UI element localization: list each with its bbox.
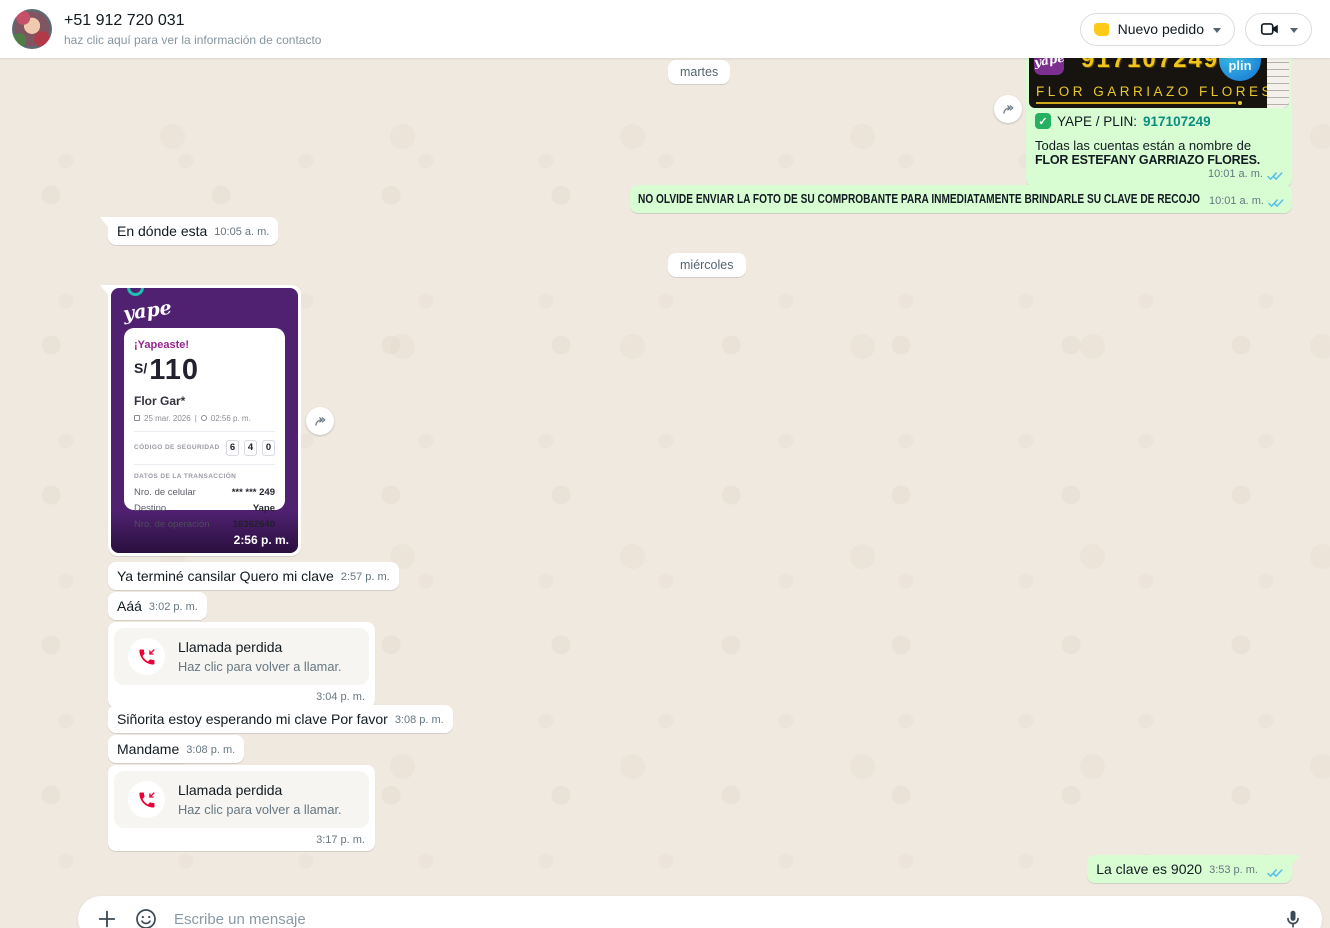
transaction-data-label: DATOS DE LA TRANSACCIÓN <box>134 473 275 480</box>
yape-logo: yape <box>1034 58 1064 75</box>
caption-label: YAPE / PLIN: <box>1057 114 1137 129</box>
message-time: 3:53 p. m. <box>1209 865 1258 877</box>
forward-message-button[interactable] <box>994 95 1022 123</box>
emoji-icon[interactable] <box>134 907 158 928</box>
security-code-digits: 6 4 0 <box>226 440 275 456</box>
forward-message-button[interactable] <box>306 407 334 435</box>
message-time: 3:02 p. m. <box>149 602 198 614</box>
video-camera-icon <box>1259 18 1281 40</box>
message-text: Ya terminé cansilar Quero mi clave <box>117 568 334 584</box>
order-tag-icon <box>1094 23 1109 36</box>
receipt-card: ¡Yapeaste! S/ 110 Flor Gar* 25 mar. 2026… <box>124 328 285 510</box>
message-time: 2:57 p. m. <box>341 572 390 584</box>
amount-value: 110 <box>149 357 199 385</box>
date-chip-wednesday: miércoles <box>668 253 746 277</box>
contact-info[interactable]: +51 912 720 031 haz clic aquí para ver l… <box>64 12 321 47</box>
incoming-message: Ya terminé cansilar Quero mi clave 2:57 … <box>108 562 399 590</box>
forward-arrow-icon <box>312 413 329 430</box>
message-time: 10:05 a. m. <box>214 227 269 239</box>
receipt-date-row: 25 mar. 2026 | 02:56 p. m. <box>134 414 275 423</box>
missed-call-box[interactable]: Llamada perdida Haz clic para volver a l… <box>114 771 369 828</box>
missed-call-subtitle: Haz clic para volver a llamar. <box>178 659 342 674</box>
new-order-button[interactable]: Nuevo pedido <box>1080 13 1235 46</box>
chat-header: +51 912 720 031 haz clic aquí para ver l… <box>0 0 1330 58</box>
receipt-payee: Flor Gar* <box>134 394 275 408</box>
security-code-row: CÓDIGO DE SEGURIDAD 6 4 0 <box>134 440 275 456</box>
header-actions: Nuevo pedido <box>1080 13 1312 46</box>
banner-underline <box>1036 102 1236 104</box>
message-composer <box>78 896 1322 928</box>
banner-product-list <box>1267 58 1289 108</box>
clock-icon <box>201 415 207 421</box>
message-time: 2:56 p. m. <box>234 533 289 547</box>
yape-swoosh-icon <box>127 288 144 296</box>
message-time: 3:08 p. m. <box>395 715 444 727</box>
missed-call-title: Llamada perdida <box>178 639 342 655</box>
outgoing-banner-message[interactable]: yape 917107249 plin FLOR GARRIAZO FLORES… <box>1026 58 1292 187</box>
incoming-message: Mandame 3:08 p. m. <box>108 735 244 763</box>
caption-phone-link[interactable]: 917107249 <box>1143 114 1211 129</box>
message-text: Aáá <box>117 598 142 614</box>
yape-brand-logo: yape <box>122 297 173 326</box>
banner-caption: ✓ YAPE / PLIN: 917107249 Todas las cuent… <box>1029 113 1289 181</box>
banner-holder-name: FLOR GARRIAZO FLORES <box>1036 84 1274 99</box>
microphone-icon[interactable] <box>1282 908 1304 928</box>
receipt-amount: S/ 110 <box>134 357 275 385</box>
outgoing-message: La clave es 9020 3:53 p. m. <box>1087 855 1292 883</box>
security-code-label: CÓDIGO DE SEGURIDAD <box>134 444 220 451</box>
read-receipt-icon <box>1267 868 1283 878</box>
yape-receipt-image[interactable]: yape ¡Yapeaste! S/ 110 Flor Gar* 25 mar.… <box>111 288 298 553</box>
message-time: 3:04 p. m. <box>114 685 369 705</box>
banner-underline-dot <box>1238 101 1242 105</box>
message-time: 3:08 p. m. <box>186 745 235 757</box>
message-text: Siñorita estoy esperando mi clave Por fa… <box>117 711 388 727</box>
separator: | <box>195 414 197 423</box>
missed-call-icon <box>128 638 165 675</box>
date-chip-tuesday: martes <box>668 60 730 84</box>
message-time: 3:17 p. m. <box>114 828 369 848</box>
new-order-label: Nuevo pedido <box>1118 21 1204 37</box>
calendar-icon <box>134 415 140 421</box>
chevron-down-icon <box>1213 28 1221 33</box>
missed-call-box[interactable]: Llamada perdida Haz clic para volver a l… <box>114 628 369 685</box>
banner-phone-number: 917107249 <box>1081 58 1219 74</box>
message-input[interactable] <box>174 911 1266 928</box>
contact-phone-title: +51 912 720 031 <box>64 12 321 30</box>
forward-arrow-icon <box>1000 101 1017 118</box>
currency-symbol: S/ <box>134 360 147 376</box>
plin-logo: plin <box>1219 58 1261 81</box>
caption-line2: Todas las cuentas están a nombre de <box>1035 138 1283 153</box>
chevron-down-icon <box>1290 28 1298 33</box>
message-text: En dónde esta <box>117 223 207 239</box>
missed-call-subtitle: Haz clic para volver a llamar. <box>178 802 342 817</box>
receipt-title: ¡Yapeaste! <box>134 339 275 351</box>
attach-plus-icon[interactable] <box>96 908 118 928</box>
receipt-pay-time: 02:56 p. m. <box>211 414 251 423</box>
message-text: Mandame <box>117 741 179 757</box>
missed-call-message[interactable]: Llamada perdida Haz clic para volver a l… <box>108 622 375 708</box>
whatsapp-chat-screen: +51 912 720 031 haz clic aquí para ver l… <box>0 0 1330 928</box>
incoming-message: Aáá 3:02 p. m. <box>108 592 207 620</box>
contact-avatar[interactable] <box>12 9 52 49</box>
incoming-receipt-image-message[interactable]: yape ¡Yapeaste! S/ 110 Flor Gar* 25 mar.… <box>108 285 301 556</box>
yape-plin-banner-image[interactable]: yape 917107249 plin FLOR GARRIAZO FLORES <box>1029 58 1289 108</box>
missed-call-icon <box>128 781 165 818</box>
message-time: 10:01 a. m. <box>1208 169 1263 181</box>
incoming-message: En dónde esta 10:05 a. m. <box>108 217 278 245</box>
incoming-message: Siñorita estoy esperando mi clave Por fa… <box>108 705 453 733</box>
missed-call-message[interactable]: Llamada perdida Haz clic para volver a l… <box>108 765 375 851</box>
caption-line3: FLOR ESTEFANY GARRIAZO FLORES. <box>1035 153 1283 168</box>
video-call-button[interactable] <box>1245 13 1312 46</box>
reminder-text: NO OLVIDE ENVIAR LA FOTO DE SU COMPROBAN… <box>638 191 1200 206</box>
message-text: La clave es 9020 <box>1096 861 1202 877</box>
read-receipt-icon <box>1268 198 1284 208</box>
read-receipt-icon <box>1267 171 1283 181</box>
message-time: 10:01 a. m. <box>1209 196 1264 208</box>
green-check-icon: ✓ <box>1035 113 1051 129</box>
receipt-date: 25 mar. 2026 <box>144 414 191 423</box>
outgoing-reminder-message: NO OLVIDE ENVIAR LA FOTO DE SU COMPROBAN… <box>630 185 1292 213</box>
missed-call-title: Llamada perdida <box>178 782 342 798</box>
message-list[interactable]: martes yape 917107249 plin FLOR GARRIAZO… <box>0 58 1330 928</box>
contact-subtitle: haz clic aquí para ver la información de… <box>64 33 321 47</box>
